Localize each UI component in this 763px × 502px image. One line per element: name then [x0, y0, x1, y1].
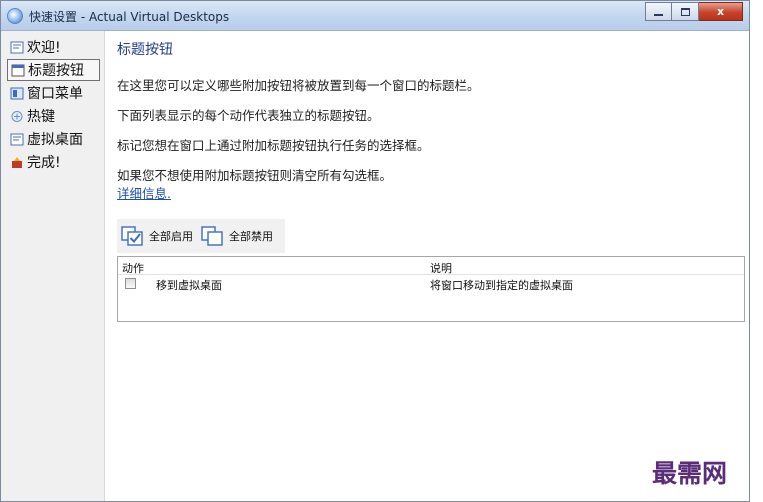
- title-bar[interactable]: 快速设置 - Actual Virtual Desktops x: [1, 1, 749, 31]
- description-paragraph: 标记您想在窗口上通过附加标题按钮执行任务的选择框。: [117, 138, 430, 153]
- sidebar: 欢迎! 标题按钮 窗口菜单 热键 虚拟桌面 完成!: [1, 31, 105, 501]
- maximize-button[interactable]: [672, 2, 699, 21]
- page-title: 标题按钮: [117, 42, 173, 58]
- disable-all-button[interactable]: 全部禁用: [201, 225, 273, 247]
- minimize-icon: [654, 13, 663, 16]
- title-bar-icon: [11, 64, 25, 76]
- close-icon: x: [716, 5, 725, 18]
- row-checkbox[interactable]: [125, 278, 136, 289]
- finish-icon: [12, 156, 22, 168]
- page-icon: [10, 41, 24, 53]
- sidebar-item-title-buttons[interactable]: 标题按钮: [7, 59, 100, 81]
- sidebar-item-welcome[interactable]: 欢迎!: [7, 36, 100, 58]
- enable-all-button[interactable]: 全部启用: [121, 225, 193, 247]
- more-info-link[interactable]: 详细信息.: [117, 183, 171, 202]
- list-header: 动作 说明: [118, 257, 744, 275]
- watermark: 最需网: [652, 459, 728, 488]
- enable-all-label: 全部启用: [149, 230, 193, 243]
- virtual-desktop-icon: [10, 133, 24, 145]
- sidebar-item-window-menu[interactable]: 窗口菜单: [7, 82, 100, 104]
- disable-all-label: 全部禁用: [229, 230, 273, 243]
- sidebar-item-label: 虚拟桌面: [27, 132, 83, 148]
- table-row[interactable]: 移到虚拟桌面 将窗口移动到指定的虚拟桌面: [118, 275, 744, 293]
- sidebar-item-label: 欢迎!: [27, 40, 61, 56]
- app-icon: [7, 8, 23, 24]
- hotkey-icon: [11, 110, 23, 122]
- sidebar-item-hotkeys[interactable]: 热键: [7, 105, 100, 127]
- column-header-action[interactable]: 动作: [122, 260, 144, 276]
- check-all-icon: [121, 226, 143, 246]
- description-paragraph: 下面列表显示的每个动作代表独立的标题按钮。: [117, 108, 380, 123]
- minimize-button[interactable]: [645, 2, 672, 21]
- window-controls: x: [645, 2, 743, 21]
- row-action: 移到虚拟桌面: [156, 279, 222, 292]
- app-window: 快速设置 - Actual Virtual Desktops x 欢迎! 标题按…: [0, 0, 750, 502]
- sidebar-item-finish[interactable]: 完成!: [7, 151, 100, 173]
- description-paragraph: 如果您不想使用附加标题按钮则清空所有勾选框。: [117, 168, 393, 183]
- row-description: 将窗口移动到指定的虚拟桌面: [430, 279, 573, 292]
- action-list[interactable]: 动作 说明 移到虚拟桌面 将窗口移动到指定的虚拟桌面: [117, 256, 745, 322]
- sidebar-item-virtual-desktops[interactable]: 虚拟桌面: [7, 128, 100, 150]
- column-header-description[interactable]: 说明: [430, 260, 452, 276]
- window-title: 快速设置 - Actual Virtual Desktops: [29, 10, 230, 24]
- sidebar-item-label: 标题按钮: [28, 63, 84, 79]
- uncheck-all-icon: [201, 226, 223, 246]
- close-button[interactable]: x: [699, 2, 743, 21]
- window-menu-icon: [10, 87, 24, 99]
- sidebar-item-label: 完成!: [27, 155, 61, 171]
- maximize-icon: [680, 7, 690, 16]
- sidebar-item-label: 窗口菜单: [27, 86, 83, 102]
- sidebar-item-label: 热键: [27, 109, 55, 125]
- action-toolbar: 全部启用 全部禁用: [117, 219, 285, 253]
- description-paragraph: 在这里您可以定义哪些附加按钮将被放置到每一个窗口的标题栏。: [117, 78, 480, 93]
